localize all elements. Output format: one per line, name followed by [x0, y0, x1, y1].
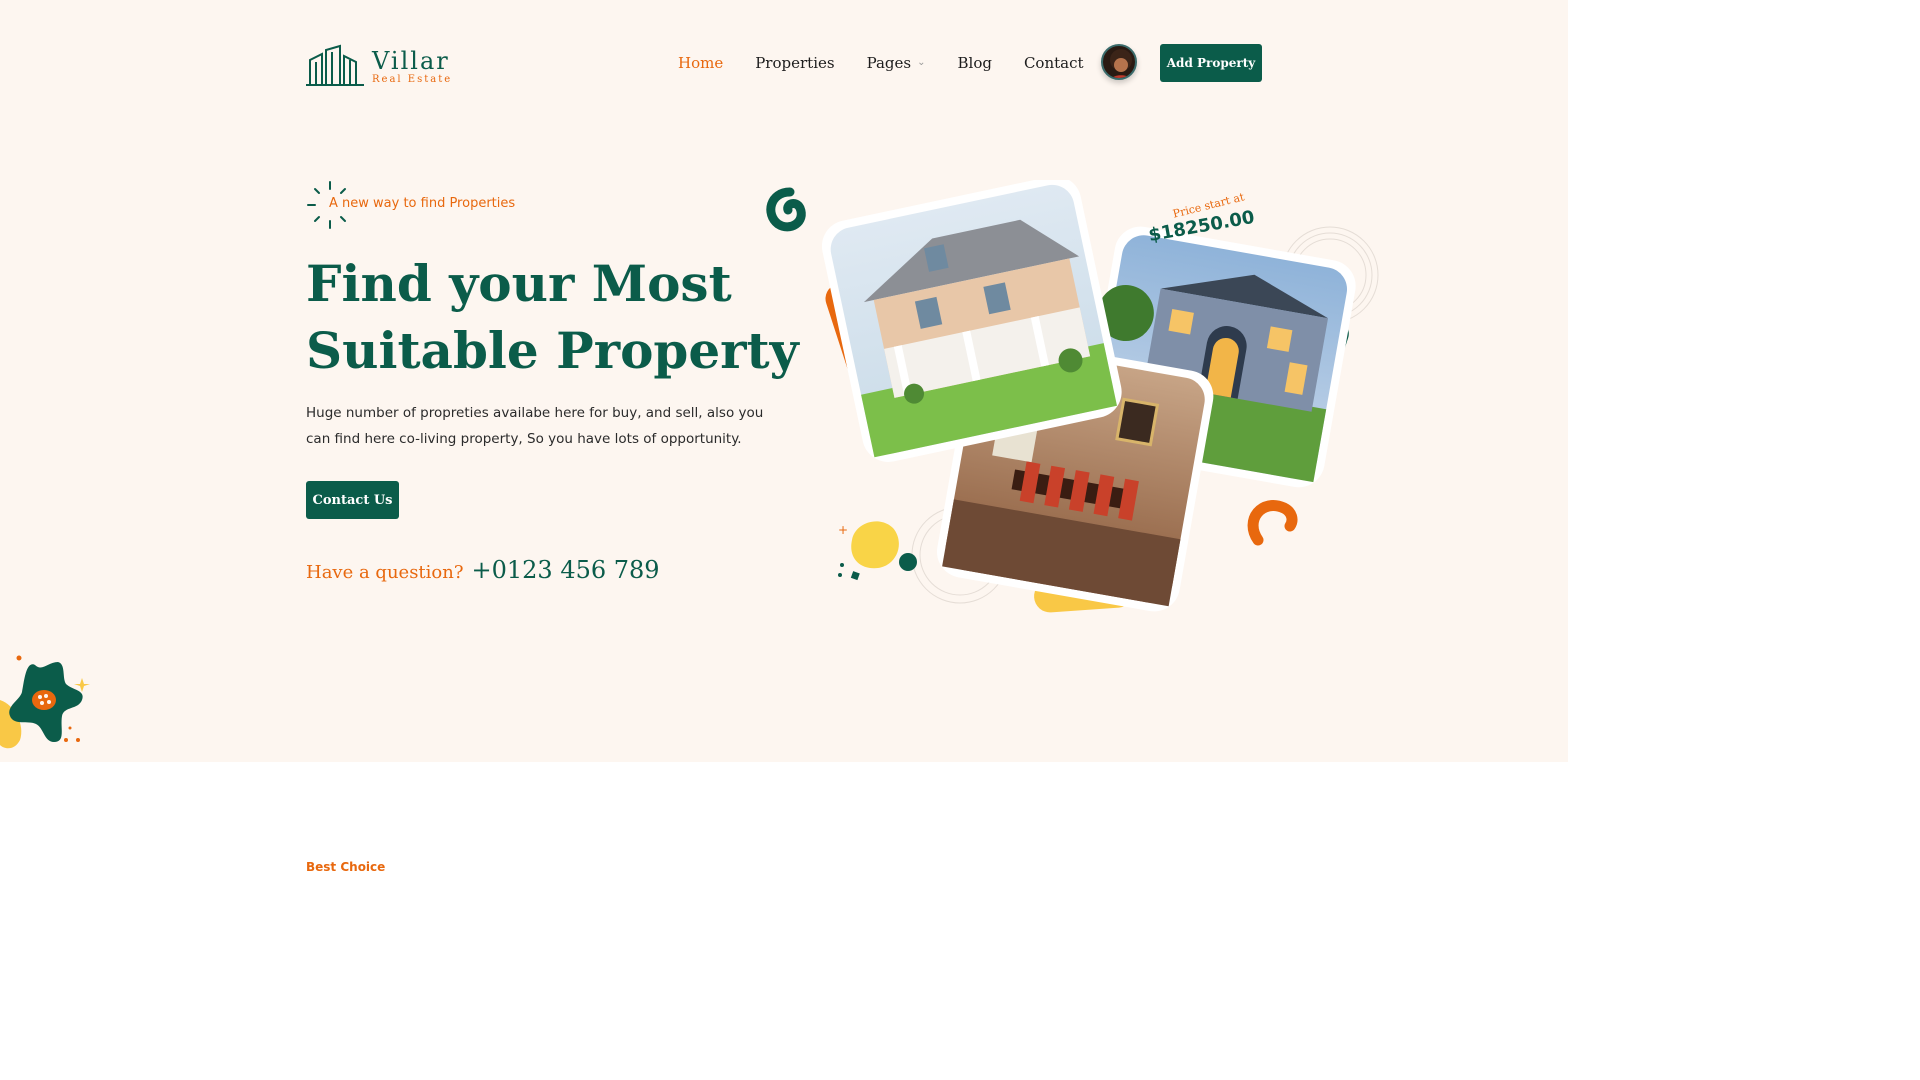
hero-description: Huge number of propreties availabe here … [306, 405, 764, 447]
contact-us-button[interactable]: Contact Us [306, 481, 399, 519]
nav-item-blog[interactable]: Blog [958, 52, 992, 74]
logo-subtitle: Real Estate [372, 74, 453, 85]
hero-headline: Find your Most Suitable Property [306, 250, 826, 384]
hero-headline-line1: Find your Most [306, 254, 732, 313]
hero-headline-line2: Suitable Property [306, 321, 799, 380]
nav-item-pages[interactable]: Pages ⌄ [867, 52, 926, 74]
nav-item-properties[interactable]: Properties [755, 52, 834, 74]
property-collage-image: + [766, 180, 1379, 613]
decorative-star-icon [0, 655, 90, 749]
nav-item-home[interactable]: Home [678, 52, 723, 74]
user-avatar[interactable] [1101, 44, 1137, 80]
add-property-button[interactable]: Add Property [1160, 44, 1262, 82]
building-logo-icon [306, 44, 364, 86]
logo[interactable]: Villar Real Estate [306, 44, 452, 86]
section-label: Best Choice [306, 860, 386, 874]
question-block: Have a question? +0123 456 789 [306, 556, 660, 584]
main-nav: Home Properties Pages ⌄ Blog Contact [678, 52, 1116, 74]
question-label: Have a question? [306, 562, 464, 583]
nav-item-contact[interactable]: Contact [1024, 52, 1084, 74]
phone-number[interactable]: +0123 456 789 [472, 556, 660, 584]
nav-item-pages-label: Pages [866, 54, 912, 72]
chevron-down-icon: ⌄ [917, 57, 926, 68]
svg-text:+: + [838, 523, 848, 537]
hero-tagline: A new way to find Properties [329, 196, 516, 211]
logo-name: Villar [372, 47, 450, 75]
